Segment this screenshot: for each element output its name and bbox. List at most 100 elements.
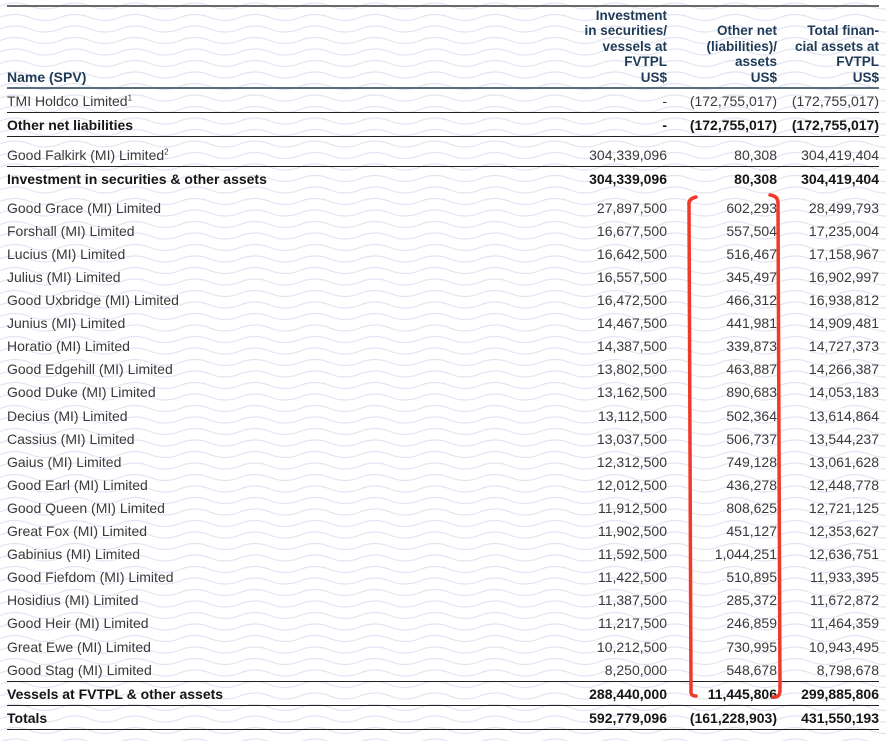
cell-investment: 8,250,000 [604, 661, 667, 678]
cell-other: 516,467 [726, 245, 777, 262]
cell-other: 339,873 [726, 338, 777, 355]
row-name: Great Ewe (MI) Limited [7, 638, 151, 655]
cell-investment: 13,802,500 [596, 361, 667, 378]
table-row: Junius (MI) Limited 14,467,500 441,981 14,9… [7, 312, 879, 335]
row-name: Forshall (MI) Limited [7, 222, 135, 239]
row-name: Good Queen (MI) Limited [7, 499, 165, 516]
cell-total: 299,885,806 [777, 681, 879, 707]
cell-investment: 11,912,500 [597, 499, 667, 516]
cell-total: 431,550,193 [777, 705, 879, 731]
cell-other: 890,683 [726, 384, 777, 401]
cell-investment: 16,642,500 [596, 245, 667, 262]
row-name: Julius (MI) Limited [7, 269, 121, 286]
cell-other: 506,737 [726, 430, 777, 447]
table-row: Cassius (MI) Limited 13,037,500 506,737 13,… [7, 427, 879, 450]
row-name: Good Uxbridge (MI) Limited [7, 292, 179, 309]
cell-investment: 10,212,500 [596, 638, 667, 655]
cell-investment: - [487, 112, 667, 138]
totals-row: Totals 592,779,096 (161,228,903) 431,550,19… [7, 705, 879, 731]
cell-total: 304,419,404 [777, 166, 879, 191]
row-name: Junius (MI) Limited [7, 315, 126, 332]
subtotal-row-vessels-at-fvtpl: Vessels at FVTPL & other assets 288,440,0… [7, 681, 879, 707]
header-row: Name (SPV) Investment in securities/ ves… [7, 7, 879, 88]
cell-other: 246,859 [726, 615, 777, 632]
cell-other: (161,228,903) [667, 705, 777, 731]
spv-table-container: Name (SPV) Investment in securities/ ves… [7, 5, 879, 731]
cell-total: 17,158,967 [808, 245, 879, 262]
row-name: Horatio (MI) Limited [7, 338, 130, 355]
header-total: Total finan- cial assets at FVTPL US$ [794, 23, 879, 85]
row-name: Investment in securities & other assets [7, 166, 487, 191]
cell-investment: 592,779,096 [487, 705, 667, 731]
cell-investment: 14,467,500 [596, 315, 667, 332]
cell-total: 16,902,997 [808, 269, 879, 286]
table-row: Julius (MI) Limited 16,557,500 345,497 16,9… [7, 265, 879, 288]
cell-total: 13,544,237 [808, 430, 879, 447]
cell-other: 730,995 [726, 638, 777, 655]
cell-total: 12,636,751 [808, 546, 879, 563]
row-name: Vessels at FVTPL & other assets [7, 681, 487, 707]
cell-investment: 27,897,500 [596, 199, 667, 216]
table-row: Horatio (MI) Limited 14,387,500 339,873 14,… [7, 335, 879, 358]
cell-investment: - [662, 92, 667, 109]
table-row: Good Heir (MI) Limited 11,217,500 246,859 1… [7, 612, 879, 635]
cell-investment: 304,339,096 [487, 166, 667, 191]
cell-total: 304,419,404 [801, 146, 879, 163]
cell-total: 12,448,778 [808, 476, 879, 493]
cell-other: (172,755,017) [689, 92, 777, 109]
table-row: Gabinius (MI) Limited 11,592,500 1,044,251… [7, 543, 879, 566]
row-name: Totals [7, 705, 487, 731]
row-name: TMI Holdco Limited [7, 92, 128, 109]
table-row: Good Fiefdom (MI) Limited 11,422,500 510,8… [7, 566, 879, 589]
cell-other: 436,278 [726, 476, 777, 493]
cell-other: 557,504 [726, 222, 777, 239]
table-row: Good Edgehill (MI) Limited 13,802,500 463,… [7, 358, 879, 381]
table-row: Great Ewe (MI) Limited 10,212,500 730,995 1… [7, 635, 879, 658]
cell-other: 285,372 [726, 592, 777, 609]
cell-investment: 304,339,096 [589, 146, 667, 163]
row-name: Decius (MI) Limited [7, 407, 128, 424]
cell-total: 13,614,864 [808, 407, 879, 424]
cell-investment: 16,677,500 [596, 222, 667, 239]
footnote-marker: 2 [164, 146, 169, 156]
cell-other: (172,755,017) [667, 112, 777, 138]
cell-total: 11,464,359 [809, 615, 879, 632]
cell-other: 11,445,806 [667, 681, 777, 707]
cell-investment: 12,312,500 [596, 453, 667, 470]
row-name: Gaius (MI) Limited [7, 453, 122, 470]
cell-other: 451,127 [726, 523, 777, 540]
cell-total: 12,353,627 [808, 523, 879, 540]
cell-investment: 11,387,500 [597, 592, 667, 609]
header-name: Name (SPV) [7, 68, 87, 85]
cell-other: 808,625 [726, 499, 777, 516]
row-name: Great Fox (MI) Limited [7, 523, 148, 540]
cell-total: 11,933,395 [809, 569, 879, 586]
cell-total: 14,053,183 [808, 384, 879, 401]
table-row: Decius (MI) Limited 13,112,500 502,364 13,6… [7, 404, 879, 427]
row-name: Gabinius (MI) Limited [7, 546, 141, 563]
cell-total: 14,266,387 [808, 361, 879, 378]
table-row: Good Uxbridge (MI) Limited 16,472,500 466,… [7, 289, 879, 312]
cell-total: 11,672,872 [809, 592, 879, 609]
cell-total: 28,499,793 [808, 199, 879, 216]
table-row: Good Stag (MI) Limited 8,250,000 548,678 8,… [7, 658, 879, 682]
cell-other: 80,308 [667, 166, 777, 191]
cell-total: (172,755,017) [777, 112, 879, 138]
table-row: Good Falkirk (MI) Limited2 304,339,096 8… [7, 137, 879, 167]
cell-investment: 13,037,500 [596, 430, 667, 447]
cell-investment: 13,112,500 [597, 407, 667, 424]
table-body: TMI Holdco Limited1 - (172,755,017) (172… [7, 88, 879, 731]
cell-other: 548,678 [726, 661, 777, 678]
cell-other: 1,044,251 [714, 546, 777, 563]
table-row: Good Earl (MI) Limited 12,012,500 436,278 1… [7, 473, 879, 496]
table-row: Forshall (MI) Limited 16,677,500 557,504 17… [7, 219, 879, 242]
cell-total: 14,727,373 [808, 338, 879, 355]
row-name: Hosidius (MI) Limited [7, 592, 139, 609]
cell-investment: 12,012,500 [596, 476, 667, 493]
cell-investment: 13,162,500 [596, 384, 667, 401]
cell-other: 80,308 [734, 146, 777, 163]
table-row: Lucius (MI) Limited 16,642,500 516,467 17,1… [7, 242, 879, 265]
cell-other: 441,981 [726, 315, 777, 332]
table-row: Hosidius (MI) Limited 11,387,500 285,372 11… [7, 589, 879, 612]
cell-total: 10,943,495 [808, 638, 879, 655]
